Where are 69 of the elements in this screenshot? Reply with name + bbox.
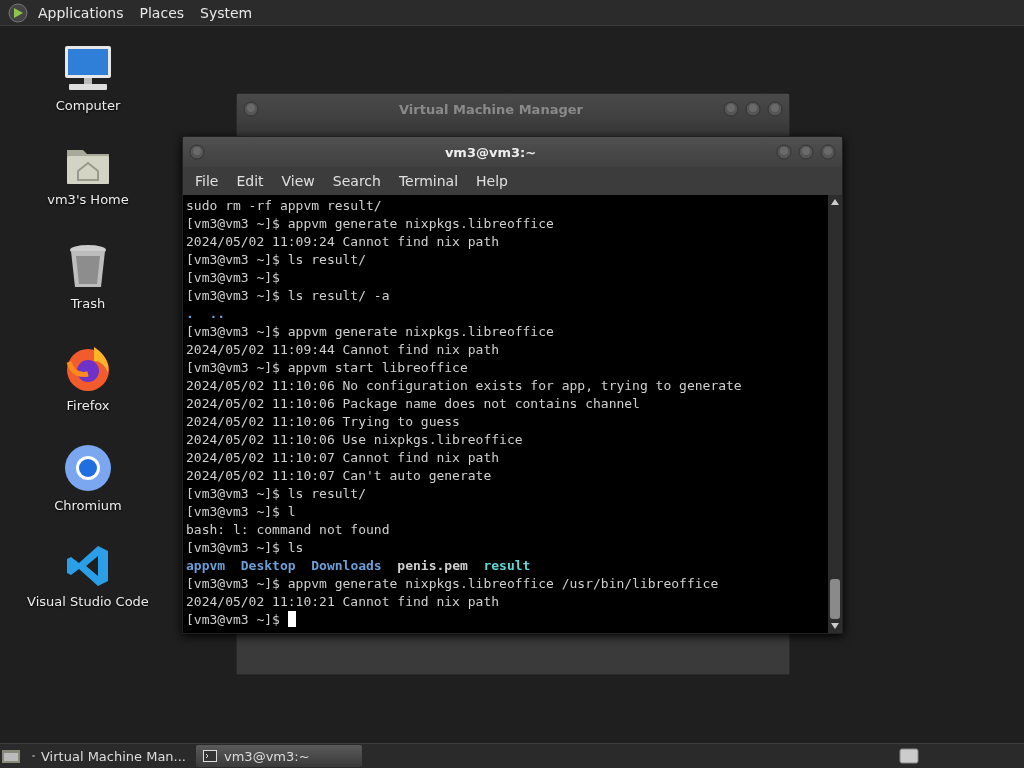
terminal-line: 2024/05/02 11:09:44 Cannot find nix path: [186, 342, 500, 357]
file-name: penis.pem: [397, 558, 468, 573]
terminal-prompt: [vm3@vm3 ~]$: [186, 612, 280, 627]
chromium-icon: [64, 444, 112, 492]
terminal-line: [vm3@vm3 ~]$ appvm start libreoffice: [186, 360, 468, 375]
show-desktop-icon[interactable]: [0, 747, 22, 765]
text-cursor: [287, 611, 296, 627]
menu-item[interactable]: Terminal: [390, 171, 467, 191]
window-button[interactable]: [798, 144, 814, 160]
terminal-line: 2024/05/02 11:10:06 Use nixpkgs.libreoffice: [186, 432, 523, 447]
desktop-icon-label[interactable]: Chromium: [54, 498, 122, 513]
scroll-down-icon: [831, 623, 839, 629]
terminal-line: [vm3@vm3 ~]$ ls: [186, 540, 304, 555]
window-button[interactable]: [820, 144, 836, 160]
terminal-line: [vm3@vm3 ~]$ ls result/: [186, 252, 366, 267]
scrollbar[interactable]: [828, 195, 842, 633]
terminal-line: [vm3@vm3 ~]$ ls result/: [186, 486, 366, 501]
terminal-line: 2024/05/02 11:10:06 No configuration exists for app, trying to generate: [186, 378, 742, 393]
panel-menu[interactable]: Applications: [32, 2, 130, 23]
terminal-icon: [202, 749, 218, 763]
code-editor-icon: [66, 544, 110, 588]
terminal-line: [vm3@vm3 ~]$ appvm generate nixpkgs.libreoffice: [186, 324, 554, 339]
window-title: vm3@vm3:~: [443, 144, 538, 160]
terminal-line: 2024/05/02 11:10:07 Can't auto generate: [186, 468, 492, 483]
menu-item[interactable]: Help: [468, 171, 516, 191]
window-button[interactable]: [723, 101, 739, 117]
scroll-up-icon: [831, 199, 839, 205]
taskbar-button[interactable]: Virtual Machine Man...: [26, 745, 192, 767]
trash-icon: [68, 244, 108, 290]
file-name: Downloads: [311, 558, 382, 573]
file-name: Desktop: [240, 558, 296, 573]
terminal-line: [vm3@vm3 ~]$: [186, 270, 280, 285]
panel-menu[interactable]: Places: [133, 2, 191, 23]
terminal-line: sudo rm -rf appvm result/: [186, 198, 382, 213]
menu-item[interactable]: File: [187, 171, 227, 191]
terminal-line: 2024/05/02 11:10:21 Cannot find nix path: [186, 594, 500, 609]
workspace-icon[interactable]: [898, 747, 920, 765]
terminal-line: [vm3@vm3 ~]$ appvm generate nixpkgs.libreoffice: [186, 216, 554, 231]
terminal-line: bash: l: command not found: [186, 522, 390, 537]
menu-item[interactable]: Search: [324, 171, 389, 191]
file-name: ..: [209, 306, 226, 321]
terminal-line: 2024/05/02 11:10:07 Cannot find nix path: [186, 450, 500, 465]
desktop-icon-label[interactable]: Computer: [55, 98, 121, 113]
desktop-icon-label[interactable]: Trash: [70, 296, 106, 311]
window-title: Virtual Machine Manager: [398, 101, 584, 117]
computer-icon: [63, 44, 113, 92]
terminal-line: [vm3@vm3 ~]$ l: [186, 504, 296, 519]
menu-item[interactable]: Edit: [228, 171, 272, 191]
terminal-line: 2024/05/02 11:10:06 Trying to guess: [186, 414, 460, 429]
file-name: appvm: [186, 558, 226, 573]
window-button[interactable]: [189, 144, 205, 160]
desktop-icon-label[interactable]: Visual Studio Code: [27, 594, 149, 609]
file-name: result: [483, 558, 531, 573]
window-button[interactable]: [243, 101, 259, 117]
terminal-line: [vm3@vm3 ~]$ appvm generate nixpkgs.libreoffice /usr/bin/libreoffice: [186, 576, 719, 591]
terminal-line: 2024/05/02 11:09:24 Cannot find nix path: [186, 234, 500, 249]
window-button[interactable]: [745, 101, 761, 117]
file-name: .: [186, 306, 194, 321]
terminal-line: 2024/05/02 11:10:06 Package name does not contains channel: [186, 396, 640, 411]
menu-item[interactable]: View: [273, 171, 323, 191]
scrollbar-thumb[interactable]: [830, 579, 840, 619]
desktop-icon-label[interactable]: vm3's Home: [47, 192, 129, 207]
firefox-icon: [64, 344, 112, 392]
desktop-icon-label[interactable]: Firefox: [66, 398, 110, 413]
terminal-line: [vm3@vm3 ~]$ ls result/ -a: [186, 288, 390, 303]
taskbar-button[interactable]: vm3@vm3:~: [196, 745, 362, 767]
panel-menu[interactable]: System: [194, 2, 259, 23]
window-button[interactable]: [776, 144, 792, 160]
window-button[interactable]: [767, 101, 783, 117]
